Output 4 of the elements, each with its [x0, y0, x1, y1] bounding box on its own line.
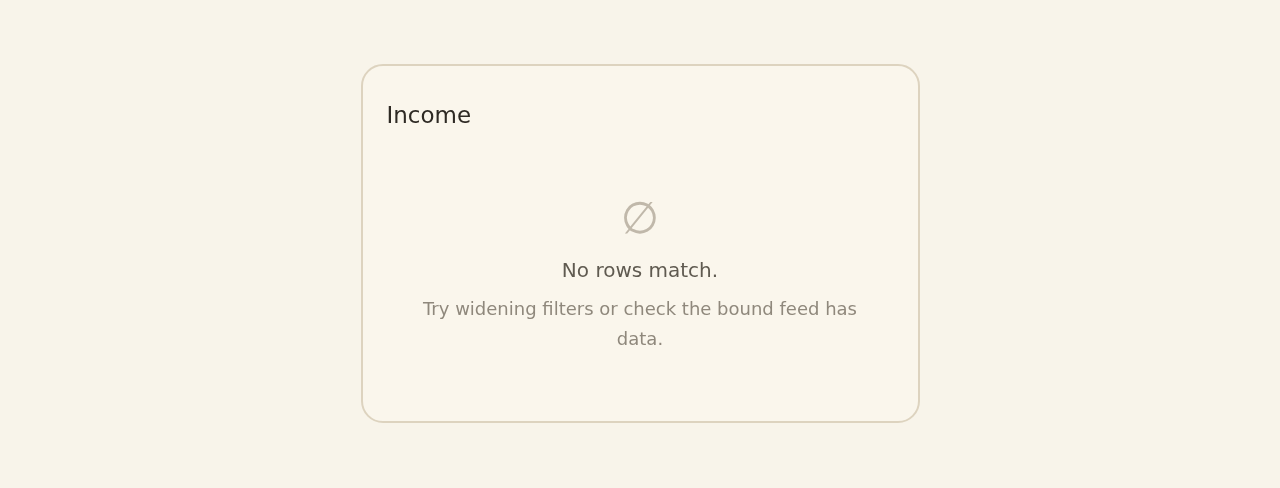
empty-heading: No rows match. [561, 257, 719, 284]
empty-message: Try widening filters or check the bound feed has data. [422, 297, 858, 351]
empty-set-icon: ∅ [620, 196, 660, 240]
card-title: Income [386, 101, 473, 130]
